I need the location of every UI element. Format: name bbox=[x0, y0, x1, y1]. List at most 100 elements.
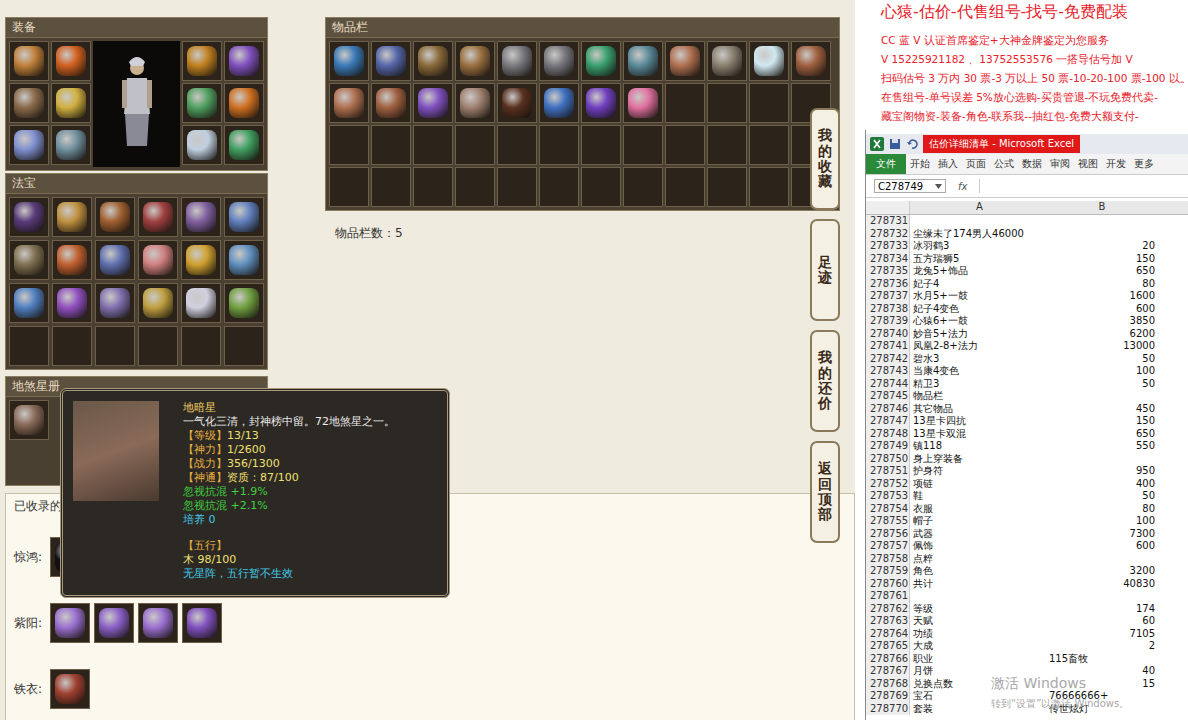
save-icon[interactable] bbox=[889, 138, 901, 150]
item-slot[interactable] bbox=[749, 83, 789, 123]
sheet-row[interactable]: 278745 物品栏 bbox=[866, 390, 1188, 403]
item-slot[interactable] bbox=[52, 326, 92, 366]
item-slot[interactable] bbox=[371, 41, 411, 81]
sheet-row[interactable]: 278734 五方瑞狮5 150 bbox=[866, 253, 1188, 266]
ribbon-tab[interactable]: 审阅 bbox=[1046, 154, 1074, 174]
item-slot[interactable] bbox=[9, 41, 49, 81]
sheet-row[interactable]: 278736 妃子4 80 bbox=[866, 278, 1188, 291]
item-slot[interactable] bbox=[95, 240, 135, 280]
item-slot[interactable] bbox=[182, 125, 222, 165]
item-slot[interactable] bbox=[224, 125, 264, 165]
item-slot[interactable] bbox=[455, 41, 495, 81]
sheet-row[interactable]: 278765 大成 2 bbox=[866, 640, 1188, 653]
ribbon-tab[interactable]: 视图 bbox=[1074, 154, 1102, 174]
item-slot[interactable] bbox=[52, 283, 92, 323]
item-slot[interactable] bbox=[497, 41, 537, 81]
sheet-row[interactable]: 278738 妃子4变色 600 bbox=[866, 303, 1188, 316]
sheet-row[interactable]: 278751 护身符 950 bbox=[866, 465, 1188, 478]
item-slot[interactable] bbox=[581, 167, 621, 207]
item-slot[interactable] bbox=[581, 83, 621, 123]
item-slot[interactable] bbox=[707, 83, 747, 123]
item-slot[interactable] bbox=[182, 41, 222, 81]
item-slot[interactable] bbox=[138, 283, 178, 323]
undo-icon[interactable] bbox=[906, 138, 918, 150]
sheet-row[interactable]: 278756 武器 7300 bbox=[866, 528, 1188, 541]
item-slot[interactable] bbox=[51, 41, 91, 81]
name-box[interactable]: C278749 bbox=[874, 179, 946, 193]
item-slot[interactable] bbox=[182, 83, 222, 123]
sheet-row[interactable]: 278731 bbox=[866, 215, 1188, 228]
ribbon-tab[interactable]: 开始 bbox=[906, 154, 934, 174]
item-slot[interactable] bbox=[138, 197, 178, 237]
sheet-row[interactable]: 278766 职业 115畜牧 bbox=[866, 653, 1188, 666]
formula-input[interactable] bbox=[979, 179, 1188, 193]
item-slot[interactable] bbox=[138, 240, 178, 280]
item-slot[interactable] bbox=[9, 240, 49, 280]
item-slot[interactable] bbox=[707, 125, 747, 165]
sheet-row[interactable]: 278754 衣服 80 bbox=[866, 503, 1188, 516]
item-slot[interactable] bbox=[623, 125, 663, 165]
ribbon-tab[interactable]: 插入 bbox=[934, 154, 962, 174]
item-slot[interactable] bbox=[455, 167, 495, 207]
item-slot[interactable] bbox=[707, 41, 747, 81]
item-slot[interactable] bbox=[539, 167, 579, 207]
item-slot[interactable] bbox=[51, 125, 91, 165]
item-slot[interactable] bbox=[224, 197, 264, 237]
sheet-row[interactable]: 278747 13星卡四抗 150 bbox=[866, 415, 1188, 428]
item-slot[interactable] bbox=[497, 83, 537, 123]
item-slot[interactable] bbox=[497, 167, 537, 207]
item-slot[interactable] bbox=[95, 283, 135, 323]
item-slot[interactable] bbox=[413, 167, 453, 207]
sheet-row[interactable]: 278735 龙兔5+饰品 650 bbox=[866, 265, 1188, 278]
item-slot[interactable] bbox=[181, 326, 221, 366]
item-slot[interactable] bbox=[749, 125, 789, 165]
sheet-row[interactable]: 278752 项链 400 bbox=[866, 478, 1188, 491]
item-slot[interactable] bbox=[9, 283, 49, 323]
item-slot[interactable] bbox=[623, 167, 663, 207]
item-slot[interactable] bbox=[455, 83, 495, 123]
sheet-row[interactable]: 278733 冰羽鹤3 20 bbox=[866, 240, 1188, 253]
side-tab[interactable]: 我的还价 bbox=[810, 330, 840, 432]
sheet-row[interactable]: 278743 当康4变色 100 bbox=[866, 365, 1188, 378]
item-slot[interactable] bbox=[9, 197, 49, 237]
item-slot[interactable] bbox=[52, 197, 92, 237]
item-slot[interactable] bbox=[665, 167, 705, 207]
item-slot[interactable] bbox=[181, 240, 221, 280]
item-slot[interactable] bbox=[581, 125, 621, 165]
item-slot[interactable] bbox=[665, 125, 705, 165]
sheet-row[interactable]: 278737 水月5+一鼓 1600 bbox=[866, 290, 1188, 303]
item-slot[interactable] bbox=[329, 167, 369, 207]
sheet-row[interactable]: 278748 13星卡双混 650 bbox=[866, 428, 1188, 441]
item-slot[interactable] bbox=[9, 326, 49, 366]
item-slot[interactable] bbox=[413, 83, 453, 123]
item-slot[interactable] bbox=[94, 603, 134, 643]
side-tab[interactable]: 返回顶部 bbox=[810, 441, 840, 543]
ribbon-tab[interactable]: 更多 bbox=[1130, 154, 1158, 174]
ribbon-tab[interactable]: 开发 bbox=[1102, 154, 1130, 174]
item-slot[interactable] bbox=[665, 83, 705, 123]
item-slot[interactable] bbox=[581, 41, 621, 81]
item-slot[interactable] bbox=[623, 41, 663, 81]
item-slot[interactable] bbox=[539, 125, 579, 165]
sheet-row[interactable]: 278744 精卫3 50 bbox=[866, 378, 1188, 391]
item-slot[interactable] bbox=[749, 41, 789, 81]
item-slot[interactable] bbox=[371, 83, 411, 123]
sheet-row[interactable]: 278760 共计 40830 bbox=[866, 578, 1188, 591]
item-slot[interactable] bbox=[539, 41, 579, 81]
item-slot[interactable] bbox=[50, 669, 90, 709]
item-slot[interactable] bbox=[9, 400, 49, 440]
item-slot[interactable] bbox=[95, 197, 135, 237]
item-slot[interactable] bbox=[749, 167, 789, 207]
item-slot[interactable] bbox=[497, 125, 537, 165]
item-slot[interactable] bbox=[51, 83, 91, 123]
item-slot[interactable] bbox=[371, 125, 411, 165]
ribbon-tab[interactable]: 数据 bbox=[1018, 154, 1046, 174]
sheet-row[interactable]: 278764 功绩 7105 bbox=[866, 628, 1188, 641]
item-slot[interactable] bbox=[181, 197, 221, 237]
fx-button[interactable]: fx bbox=[950, 181, 975, 192]
item-slot[interactable] bbox=[182, 603, 222, 643]
item-slot[interactable] bbox=[138, 603, 178, 643]
item-slot[interactable] bbox=[138, 326, 178, 366]
sheet-row[interactable]: 278761 bbox=[866, 590, 1188, 603]
item-slot[interactable] bbox=[329, 83, 369, 123]
